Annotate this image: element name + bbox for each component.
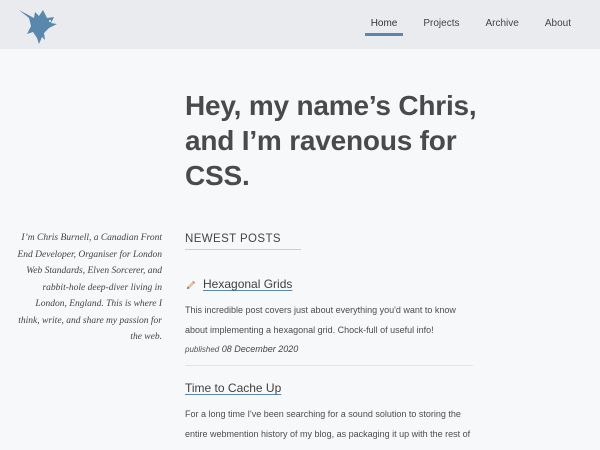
post-header: Hexagonal Grids — [185, 277, 473, 291]
site-header: Home Projects Archive About — [0, 0, 600, 49]
hero-line-3: CSS. — [185, 160, 250, 191]
post-title-link[interactable]: Time to Cache Up — [185, 381, 281, 395]
post-header: Time to Cache Up — [185, 381, 473, 395]
nav-home[interactable]: Home — [364, 18, 404, 36]
pencil-emoji-icon — [186, 280, 196, 289]
main-nav: Home Projects Archive About — [364, 18, 576, 36]
post-divider — [185, 365, 473, 366]
nav-projects[interactable]: Projects — [418, 18, 464, 29]
raven-logo-icon[interactable] — [17, 4, 59, 46]
post-meta: published 08 December 2020 — [185, 340, 473, 359]
post-summary: For a long time I've been searching for … — [185, 409, 471, 450]
nav-archive[interactable]: Archive — [481, 18, 524, 29]
hero-line-1: Hey, my name’s Chris, — [185, 90, 477, 121]
post-item: Hexagonal Grids This incredible post cov… — [185, 277, 473, 359]
post-item: Time to Cache Up For a long time I've be… — [185, 381, 473, 450]
published-label: published — [185, 345, 220, 354]
newest-posts-heading: NEWEST POSTS — [185, 233, 301, 250]
post-summary: This incredible post covers just about e… — [185, 305, 456, 335]
post-date: 08 December 2020 — [221, 344, 299, 354]
hero-heading: Hey, my name’s Chris, and I’m ravenous f… — [185, 88, 485, 193]
post-title-link[interactable]: Hexagonal Grids — [203, 277, 292, 291]
hero-line-2: and I’m ravenous for — [185, 125, 457, 156]
author-bio: I’m Chris Burnell, a Canadian Front End … — [17, 233, 162, 342]
nav-about[interactable]: About — [540, 18, 576, 29]
